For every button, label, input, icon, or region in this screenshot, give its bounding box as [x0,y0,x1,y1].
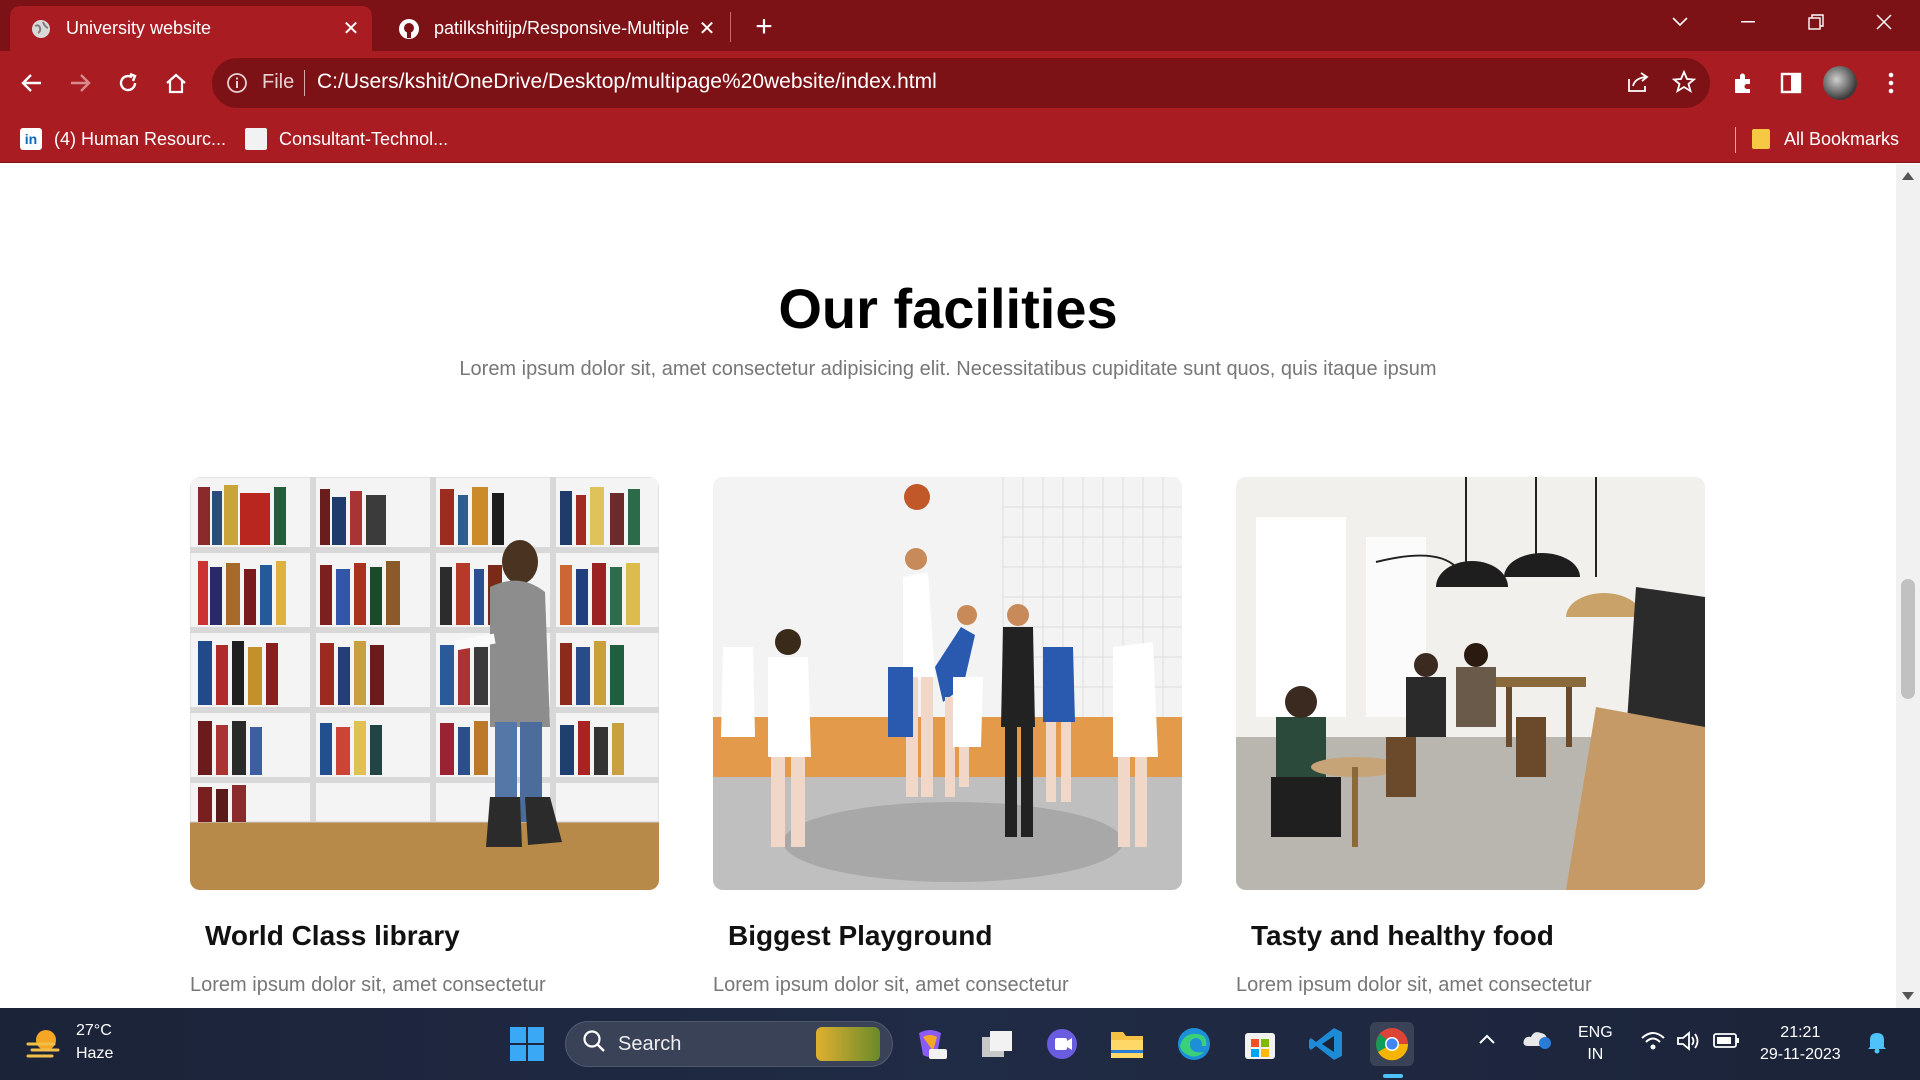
page-scrollbar[interactable] [1896,164,1920,1008]
close-tab-icon[interactable]: ✕ [336,14,366,44]
scheme-label: File [262,71,295,93]
search-icon [582,1029,606,1059]
tab-university-website[interactable]: University website ✕ [10,6,372,51]
scroll-up-arrow-icon[interactable] [1902,172,1914,180]
menu-kebab-icon[interactable] [1872,64,1910,102]
github-icon [398,18,420,40]
card-title: Biggest Playground [728,920,993,951]
profile-avatar[interactable] [1823,66,1857,100]
card-title: Tasty and healthy food [1251,920,1554,951]
chrome-icon[interactable] [1370,1022,1414,1066]
card-text: Lorem ipsum dolor sit, amet consectetur [1236,974,1592,996]
file-explorer-icon[interactable] [1105,1022,1149,1066]
facility-card-food: Tasty and healthy food Lorem ipsum dolor… [1236,477,1705,997]
microsoft-store-icon[interactable] [1238,1022,1282,1066]
show-hidden-icons-chevron-icon[interactable] [1478,1030,1496,1052]
edge-browser-icon[interactable] [1172,1022,1216,1066]
scroll-down-arrow-icon[interactable] [1902,992,1914,1000]
side-panel-icon[interactable] [1772,64,1810,102]
volume-icon[interactable] [1676,1030,1702,1059]
card-text: Lorem ipsum dolor sit, amet consectetur [190,974,546,996]
language-line2: IN [1587,1046,1604,1063]
chrome-active-indicator [1383,1074,1403,1078]
cafe-photo [1236,477,1705,890]
battery-icon[interactable] [1712,1030,1740,1057]
card-title: World Class library [205,920,460,951]
bookmarks-divider [1735,127,1736,153]
language-indicator[interactable]: ENG IN [1578,1022,1613,1066]
taskbar-search[interactable]: Search [565,1021,893,1067]
facility-card-playground: Biggest Playground Lorem ipsum dolor sit… [713,477,1182,997]
wifi-icon[interactable] [1640,1030,1666,1059]
bookmark-label: (4) Human Resourc... [54,128,227,149]
bookmark-consultant[interactable]: Consultant-Technol... [245,125,448,153]
scrollbar-thumb[interactable] [1901,579,1915,699]
section-subtitle: Lorem ipsum dolor sit, amet consectetur … [459,358,1437,380]
notification-bell-icon[interactable] [1866,1030,1888,1061]
close-tab-icon[interactable]: ✕ [692,14,722,44]
section-heading: Our facilities [778,277,1118,340]
library-photo [190,477,659,890]
start-button[interactable] [505,1022,549,1066]
browser-toolbar: File C:/Users/kshit/OneDrive/Desktop/mul… [0,51,1920,115]
page-viewport: Our facilities Lorem ipsum dolor sit, am… [0,164,1896,1008]
forward-button[interactable] [60,63,100,103]
all-bookmarks-button[interactable]: All Bookmarks [1750,125,1899,153]
onedrive-icon[interactable] [1522,1028,1552,1057]
copilot-icon[interactable] [908,1022,952,1066]
tab-github-repo[interactable]: patilkshitijp/Responsive-Multiple ✕ [378,6,728,51]
site-icon [245,128,267,150]
address-bar[interactable]: File C:/Users/kshit/OneDrive/Desktop/mul… [212,58,1710,108]
card-text: Lorem ipsum dolor sit, amet consectetur [713,974,1069,996]
clock-date: 29-11-2023 [1760,1046,1841,1063]
minimize-button[interactable] [1720,0,1776,44]
windows-taskbar: 27°C Haze Search ENG IN 21:21 29-11-2023 [0,1008,1920,1080]
clock-time: 21:21 [1780,1024,1821,1041]
weather-temp[interactable]: 27°C [76,1022,112,1040]
teams-chat-icon[interactable] [1040,1022,1084,1066]
search-placeholder: Search [618,1032,682,1055]
system-clock[interactable]: 21:21 29-11-2023 [1760,1022,1841,1066]
basketball-photo [713,477,1182,890]
weather-haze-icon[interactable] [24,1026,64,1062]
globe-icon [30,18,52,40]
omnibox-divider [304,70,305,96]
restore-button[interactable] [1788,0,1844,44]
close-window-button[interactable] [1856,0,1912,44]
back-button[interactable] [12,63,52,103]
bookmark-linkedin[interactable]: in (4) Human Resourc... [20,125,226,153]
tab-title: patilkshitijp/Responsive-Multiple [434,18,690,38]
language-line1: ENG [1578,1024,1613,1041]
reload-button[interactable] [108,63,148,103]
search-highlight-icon [816,1027,880,1061]
all-bookmarks-label: All Bookmarks [1784,128,1900,149]
linkedin-icon: in [20,128,42,150]
task-view-icon[interactable] [975,1022,1019,1066]
bookmarks-bar: in (4) Human Resourc... Consultant-Techn… [0,115,1920,163]
new-tab-button[interactable]: + [747,10,781,44]
bookmark-star-icon[interactable] [1671,69,1697,99]
home-button[interactable] [156,63,196,103]
share-icon[interactable] [1626,71,1650,98]
bookmark-label: Consultant-Technol... [279,128,449,149]
tab-title: University website [66,18,212,38]
weather-desc[interactable]: Haze [76,1045,113,1063]
folder-icon [1750,128,1772,150]
tab-strip: University website ✕ patilkshitijp/Respo… [0,0,1920,51]
url-text[interactable]: C:/Users/kshit/OneDrive/Desktop/multipag… [317,70,937,94]
info-icon[interactable] [226,72,248,99]
facility-card-library: World Class library Lorem ipsum dolor si… [190,477,659,997]
extensions-icon[interactable] [1724,64,1762,102]
tab-search-chevron-icon[interactable] [1652,0,1708,44]
vscode-icon[interactable] [1304,1022,1348,1066]
tab-divider [730,12,731,42]
